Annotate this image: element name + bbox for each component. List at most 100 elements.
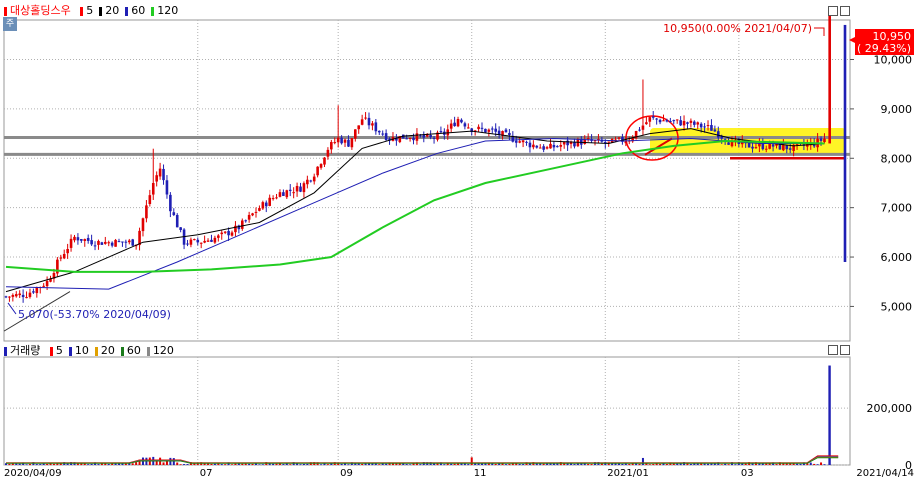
high-annotation: 10,950(0.00% 2021/04/07)	[663, 22, 812, 35]
volume-bar	[371, 463, 374, 465]
candle-body	[264, 202, 268, 207]
price-tick-label: 6,000	[881, 251, 913, 264]
candle-body	[449, 123, 453, 129]
volume-bar	[641, 457, 644, 465]
volume-bar	[504, 464, 507, 465]
candle-body	[86, 237, 90, 241]
candle-body	[819, 138, 823, 141]
candle-body	[247, 214, 251, 220]
candle-body	[706, 125, 710, 127]
candle-body	[186, 243, 189, 245]
candle-body	[336, 137, 340, 143]
candle-body	[487, 129, 491, 132]
candle-body	[110, 242, 114, 246]
close-icon[interactable]	[840, 6, 850, 16]
candle-body	[141, 218, 145, 232]
candle-body	[8, 296, 11, 298]
volume-bar	[35, 464, 38, 465]
volume-bar	[590, 464, 593, 465]
volume-bar	[320, 464, 323, 465]
candle-body	[189, 239, 193, 245]
candle-body	[131, 239, 135, 246]
volume-tick-label: 200,000	[867, 402, 913, 415]
volume-bar	[624, 463, 627, 465]
candle-body-last	[828, 12, 831, 144]
candle-body	[32, 291, 35, 293]
candle-body	[62, 253, 66, 259]
candle-body	[651, 116, 655, 118]
minimize-icon[interactable]	[828, 6, 838, 16]
volume-bar	[481, 463, 484, 465]
candle-body	[751, 146, 754, 149]
volume-bar	[347, 464, 350, 465]
candle-body	[299, 186, 302, 192]
volume-bar	[289, 464, 292, 465]
candle-body	[292, 192, 295, 194]
volume-close-icon[interactable]	[840, 345, 850, 355]
candle-body	[155, 175, 158, 182]
candle-body	[675, 119, 679, 121]
candle-body	[127, 240, 131, 243]
candle-body	[14, 294, 18, 297]
candle-body	[682, 121, 686, 126]
candle-body	[764, 148, 768, 150]
candle-body	[364, 117, 367, 119]
volume-bar	[248, 463, 251, 465]
candle-body	[525, 141, 528, 143]
candle-body	[549, 143, 552, 149]
candle-body	[210, 239, 213, 242]
candle-body	[381, 133, 384, 135]
volume-bar	[46, 463, 49, 465]
candle-body	[504, 129, 508, 133]
x-tick-label: 2021/01	[607, 468, 649, 479]
candle-body	[662, 120, 665, 122]
candle-body	[415, 133, 419, 141]
candle-body	[21, 294, 25, 298]
candle-body	[4, 296, 8, 298]
candle-body	[586, 138, 590, 140]
candle-body	[645, 122, 648, 125]
candle-body	[559, 145, 563, 147]
candle-body	[785, 145, 789, 150]
candle-body	[367, 117, 371, 126]
candle-body	[169, 194, 172, 212]
candle-body	[467, 127, 470, 129]
volume-minimize-icon[interactable]	[828, 345, 838, 355]
candle-body	[727, 142, 730, 145]
candle-body	[18, 293, 21, 296]
candle-body	[562, 141, 566, 145]
volume-bar	[796, 463, 799, 465]
candle-body	[25, 297, 28, 299]
candle-body	[347, 139, 350, 147]
candle-body	[302, 183, 306, 193]
volume-bar	[131, 463, 134, 465]
volume-bar	[820, 462, 823, 465]
stock-type-icon[interactable]: 주	[3, 17, 17, 31]
volume-bar	[385, 463, 388, 465]
candle-body	[371, 123, 374, 126]
volume-bar	[302, 463, 305, 465]
candle-body	[648, 117, 652, 122]
volume-bar	[652, 464, 655, 465]
candle-body	[268, 197, 271, 206]
candle-body	[490, 128, 494, 130]
volume-bar	[213, 463, 216, 465]
candle-body	[535, 145, 539, 148]
volume-bar	[234, 463, 237, 465]
candle-body	[175, 214, 179, 228]
candle-body	[408, 138, 412, 140]
volume-bar	[809, 462, 812, 465]
candle-body	[271, 198, 275, 200]
candle-body	[28, 292, 32, 297]
candle-body	[384, 133, 388, 140]
candle-body	[172, 212, 176, 216]
volume-bar	[261, 464, 264, 465]
volume-bar	[251, 463, 254, 465]
volume-bar	[734, 464, 737, 465]
candle-body	[556, 146, 559, 148]
candle-body	[672, 120, 676, 122]
volume-bar	[186, 464, 189, 465]
candle-body	[59, 257, 63, 259]
x-tick-label: 03	[741, 468, 754, 479]
volume-bar	[39, 464, 42, 465]
